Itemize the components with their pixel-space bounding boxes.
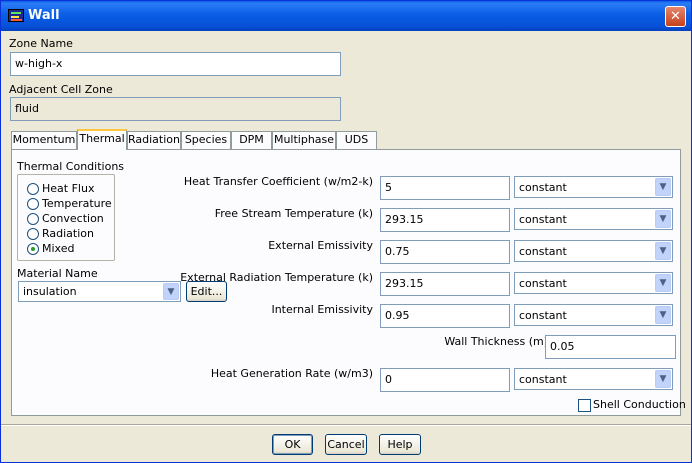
heat-generation-rate-input[interactable]: 0	[380, 368, 510, 392]
adjacent-cell-zone-field: fluid	[10, 97, 341, 121]
heat-generation-rate-method[interactable]: constant ▼	[514, 368, 673, 390]
divider	[1, 424, 691, 426]
method-value: constant	[519, 309, 567, 322]
thermal-conditions-label: Thermal Conditions	[17, 160, 125, 173]
title-bar[interactable]: Wall ✕	[1, 1, 691, 31]
tab-species[interactable]: Species	[181, 131, 231, 149]
heat-generation-rate-label: Heat Generation Rate (w/m3)	[210, 367, 373, 380]
material-name-label: Material Name	[17, 267, 98, 280]
external-emissivity-method[interactable]: constant ▼	[514, 240, 673, 262]
radio-label: Convection	[42, 212, 104, 225]
free-stream-temperature-method[interactable]: constant ▼	[514, 208, 673, 230]
chevron-down-icon[interactable]: ▼	[655, 242, 671, 260]
radio-label: Temperature	[42, 197, 112, 210]
ok-button[interactable]: OK	[272, 434, 313, 455]
zone-name-label: Zone Name	[9, 37, 73, 50]
radio-label: Mixed	[42, 242, 75, 255]
external-radiation-temperature-method[interactable]: constant ▼	[514, 272, 673, 294]
material-name-select[interactable]: insulation ▼	[18, 281, 181, 302]
method-value: constant	[519, 213, 567, 226]
external-emissivity-input[interactable]: 0.75	[380, 240, 510, 264]
help-button[interactable]: Help	[379, 434, 421, 455]
zone-name-input[interactable]: w-high-x	[10, 52, 341, 76]
shell-conduction-label: Shell Conduction	[593, 398, 686, 411]
wall-thickness-label: Wall Thickness (m)	[444, 335, 548, 348]
external-radiation-temperature-label: External Radiation Temperature (k)	[180, 271, 373, 284]
tab-dpm[interactable]: DPM	[231, 131, 272, 149]
chevron-down-icon[interactable]: ▼	[655, 274, 671, 292]
heat-transfer-coefficient-input[interactable]: 5	[380, 176, 510, 200]
heat-transfer-coefficient-label: Heat Transfer Coefficient (w/m2-k)	[183, 175, 373, 188]
material-name-value: insulation	[23, 285, 77, 298]
chevron-down-icon[interactable]: ▼	[655, 306, 671, 324]
tab-momentum[interactable]: Momentum	[11, 131, 77, 149]
wall-dialog: Wall ✕ Zone Name w-high-x Adjacent Cell …	[0, 0, 692, 463]
internal-emissivity-method[interactable]: constant ▼	[514, 304, 673, 326]
close-icon: ✕	[670, 9, 681, 24]
radio-label: Radiation	[42, 227, 94, 240]
chevron-down-icon[interactable]: ▼	[655, 210, 671, 228]
thermal-conditions-group: Heat Flux Temperature Convection Radiati…	[17, 174, 115, 261]
radio-button[interactable]	[27, 213, 39, 225]
window-title: Wall	[28, 8, 60, 23]
free-stream-temperature-label: Free Stream Temperature (k)	[214, 207, 373, 220]
radio-label: Heat Flux	[42, 182, 95, 195]
tab-multiphase[interactable]: Multiphase	[272, 131, 336, 149]
thermal-panel: Thermal Conditions Heat Flux Temperature…	[11, 149, 686, 416]
radio-button[interactable]	[27, 228, 39, 240]
external-emissivity-label: External Emissivity	[268, 239, 373, 252]
internal-emissivity-input[interactable]: 0.95	[380, 304, 510, 328]
tab-thermal[interactable]: Thermal	[77, 129, 127, 150]
edit-material-button[interactable]: Edit...	[186, 281, 227, 302]
method-value: constant	[519, 373, 567, 386]
wall-thickness-input[interactable]: 0.05	[545, 335, 676, 359]
chevron-down-icon[interactable]: ▼	[655, 178, 671, 196]
app-icon	[8, 9, 24, 22]
method-value: constant	[519, 277, 567, 290]
tab-uds[interactable]: UDS	[336, 131, 377, 149]
external-radiation-temperature-input[interactable]: 293.15	[380, 272, 510, 296]
shell-conduction-checkbox[interactable]	[578, 399, 591, 412]
dialog-body: Zone Name w-high-x Adjacent Cell Zone fl…	[1, 31, 691, 462]
heat-transfer-coefficient-method[interactable]: constant ▼	[514, 176, 673, 198]
chevron-down-icon[interactable]: ▼	[163, 283, 179, 300]
free-stream-temperature-input[interactable]: 293.15	[380, 208, 510, 232]
radio-button[interactable]	[27, 198, 39, 210]
cancel-button[interactable]: Cancel	[325, 434, 367, 455]
radio-button-selected[interactable]	[27, 243, 39, 255]
internal-emissivity-label: Internal Emissivity	[271, 303, 373, 316]
close-button[interactable]: ✕	[665, 6, 686, 27]
method-value: constant	[519, 245, 567, 258]
adjacent-cell-zone-label: Adjacent Cell Zone	[9, 83, 113, 96]
radio-button[interactable]	[27, 183, 39, 195]
tab-radiation[interactable]: Radiation	[127, 131, 181, 149]
method-value: constant	[519, 181, 567, 194]
chevron-down-icon[interactable]: ▼	[655, 370, 671, 388]
